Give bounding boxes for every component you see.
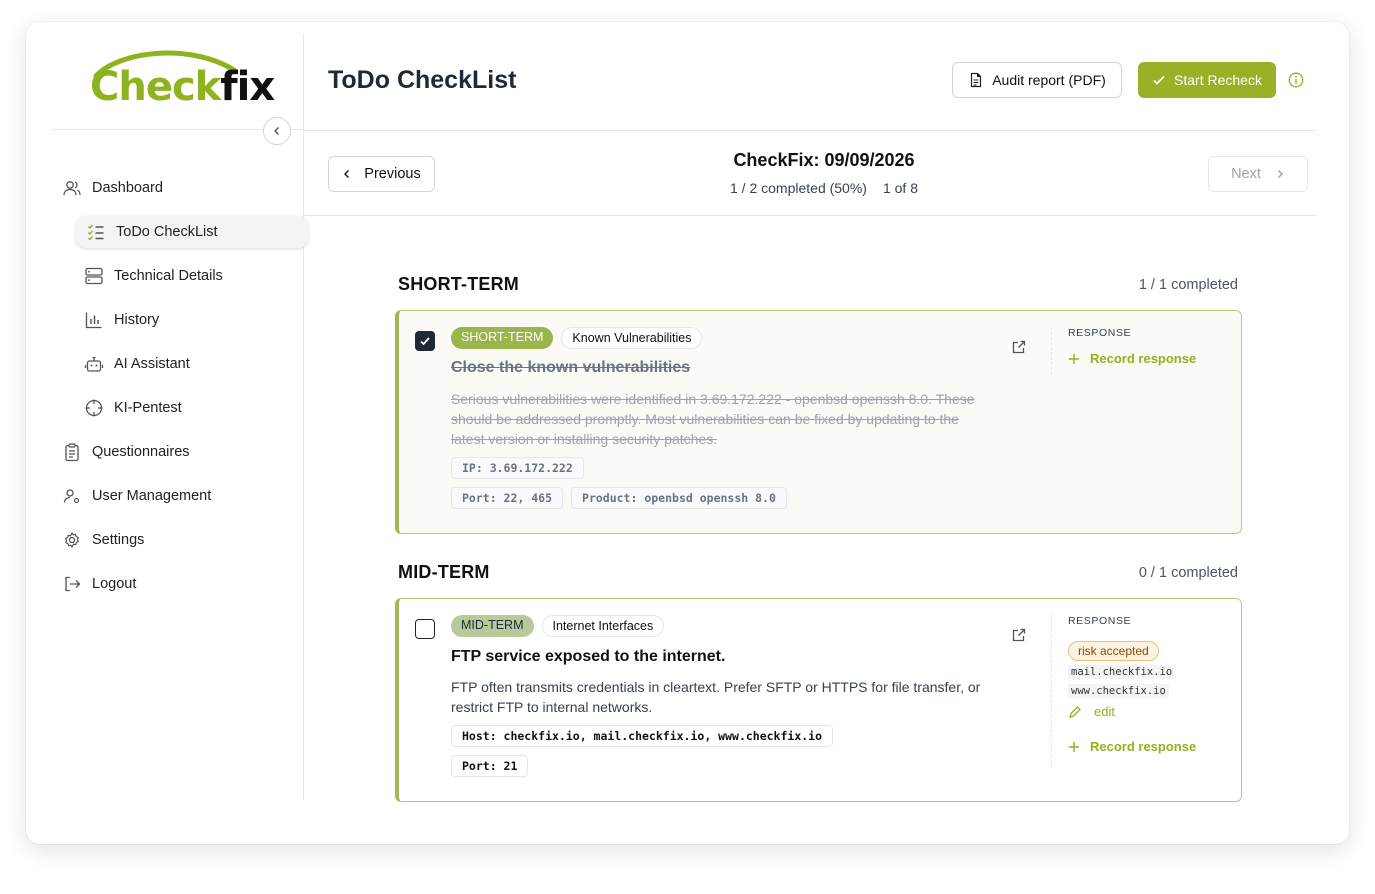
card-description: Serious vulnerabilities were identified … xyxy=(451,391,975,447)
response-column: RESPONSE risk accepted mail.checkfix.io … xyxy=(1051,615,1231,767)
todo-card-short-term: SHORT-TERM Known Vulnerabilities Close t… xyxy=(395,310,1242,534)
plus-icon xyxy=(1069,741,1079,752)
response-column: RESPONSE Record response xyxy=(1051,327,1231,375)
external-link-icon[interactable] xyxy=(1011,627,1027,643)
sidebar-item-settings[interactable]: Settings xyxy=(62,524,144,556)
sidebar-item-technical-details[interactable]: Technical Details xyxy=(84,260,223,292)
port-chip: Port: 22, 465 xyxy=(451,487,564,509)
logo-text: Checkfix xyxy=(90,64,275,110)
response-host: mail.checkfix.io xyxy=(1068,665,1176,679)
port-chip: Port: 21 xyxy=(451,755,529,777)
card-title: FTP service exposed to the internet. xyxy=(451,648,726,665)
term-tag: MID-TERM xyxy=(451,615,534,637)
detail-chips-row: Port: 22, 465 Product: openbsd openssh 8… xyxy=(451,487,787,509)
previous-button[interactable]: Previous xyxy=(328,156,435,192)
external-link-icon[interactable] xyxy=(1011,339,1027,355)
category-tag: Internet Interfaces xyxy=(541,615,665,637)
card-tags: SHORT-TERM Known Vulnerabilities xyxy=(451,327,703,349)
section-header-short-term: SHORT-TERM 1 / 1 completed xyxy=(398,274,1238,294)
checkfix-navigation: Previous CheckFix: 09/09/2026 1 / 2 comp… xyxy=(304,132,1317,216)
card-tags: MID-TERM Internet Interfaces xyxy=(451,615,665,637)
detail-chips-row: Host: checkfix.io, mail.checkfix.io, www… xyxy=(451,725,834,747)
sidebar-item-history[interactable]: History xyxy=(84,304,159,336)
logout-icon xyxy=(62,574,82,594)
check-icon xyxy=(1153,75,1165,85)
checklist-icon xyxy=(86,222,106,242)
check-icon xyxy=(420,337,430,346)
checkfix-date-title: CheckFix: 09/09/2026 xyxy=(733,150,915,170)
category-tag: Known Vulnerabilities xyxy=(561,327,703,349)
sidebar-item-logout[interactable]: Logout xyxy=(62,568,136,600)
ip-chip: IP: 3.69.172.222 xyxy=(451,457,584,479)
checkfix-logo: Checkfix xyxy=(88,46,275,116)
task-checkbox[interactable] xyxy=(415,619,435,639)
audit-report-button[interactable]: Audit report (PDF) xyxy=(952,62,1122,98)
info-icon[interactable] xyxy=(1288,72,1304,88)
robot-icon xyxy=(84,354,104,374)
chevron-right-icon xyxy=(1277,169,1283,179)
crosshair-icon xyxy=(84,398,104,418)
page-header: ToDo CheckList Audit report (PDF) Start … xyxy=(304,34,1317,131)
chevron-left-icon xyxy=(274,127,279,135)
document-icon xyxy=(971,72,982,88)
sidebar-collapse-button[interactable] xyxy=(263,117,291,145)
users-icon xyxy=(62,178,82,198)
section-header-mid-term: MID-TERM 0 / 1 completed xyxy=(398,562,1238,582)
term-tag: SHORT-TERM xyxy=(451,327,554,349)
sidebar-item-questionnaires[interactable]: Questionnaires xyxy=(62,436,190,468)
sidebar-item-todo-checklist[interactable]: ToDo CheckList xyxy=(76,216,308,248)
response-label: RESPONSE xyxy=(1068,615,1132,627)
detail-chips-row: Port: 21 xyxy=(451,755,529,777)
detail-chips-row: IP: 3.69.172.222 xyxy=(451,457,584,479)
edit-response-button[interactable]: edit xyxy=(1068,704,1231,719)
chevron-left-icon xyxy=(344,169,350,179)
next-button[interactable]: Next xyxy=(1208,156,1308,192)
checkfix-progress: 1 / 2 completed (50%) 1 of 8 xyxy=(730,180,918,196)
risk-accepted-badge: risk accepted xyxy=(1068,641,1159,661)
product-chip: Product: openbsd openssh 8.0 xyxy=(571,487,787,509)
todo-card-mid-term: MID-TERM Internet Interfaces FTP service… xyxy=(395,598,1242,802)
clipboard-icon xyxy=(62,442,82,462)
sidebar-item-dashboard[interactable]: Dashboard xyxy=(62,172,163,204)
record-response-button[interactable]: Record response xyxy=(1068,739,1231,754)
response-host: www.checkfix.io xyxy=(1068,684,1169,698)
sidebar-item-ai-assistant[interactable]: AI Assistant xyxy=(84,348,190,380)
sidebar-item-ki-pentest[interactable]: KI-Pentest xyxy=(84,392,182,424)
task-checkbox[interactable] xyxy=(415,331,435,351)
start-recheck-button[interactable]: Start Recheck xyxy=(1138,62,1276,98)
card-title: Close the known vulnerabilities xyxy=(451,359,691,376)
page-title: ToDo CheckList xyxy=(328,66,517,94)
bar-chart-icon xyxy=(84,310,104,330)
pencil-icon xyxy=(1069,705,1081,718)
card-description: FTP often transmits credentials in clear… xyxy=(451,679,981,715)
response-label: RESPONSE xyxy=(1068,327,1132,339)
user-cog-icon xyxy=(62,486,82,506)
sidebar-item-user-management[interactable]: User Management xyxy=(62,480,211,512)
record-response-button[interactable]: Record response xyxy=(1068,351,1231,366)
host-chip: Host: checkfix.io, mail.checkfix.io, www… xyxy=(451,725,834,747)
plus-icon xyxy=(1069,353,1079,364)
server-icon xyxy=(84,266,104,286)
gear-icon xyxy=(62,530,82,550)
